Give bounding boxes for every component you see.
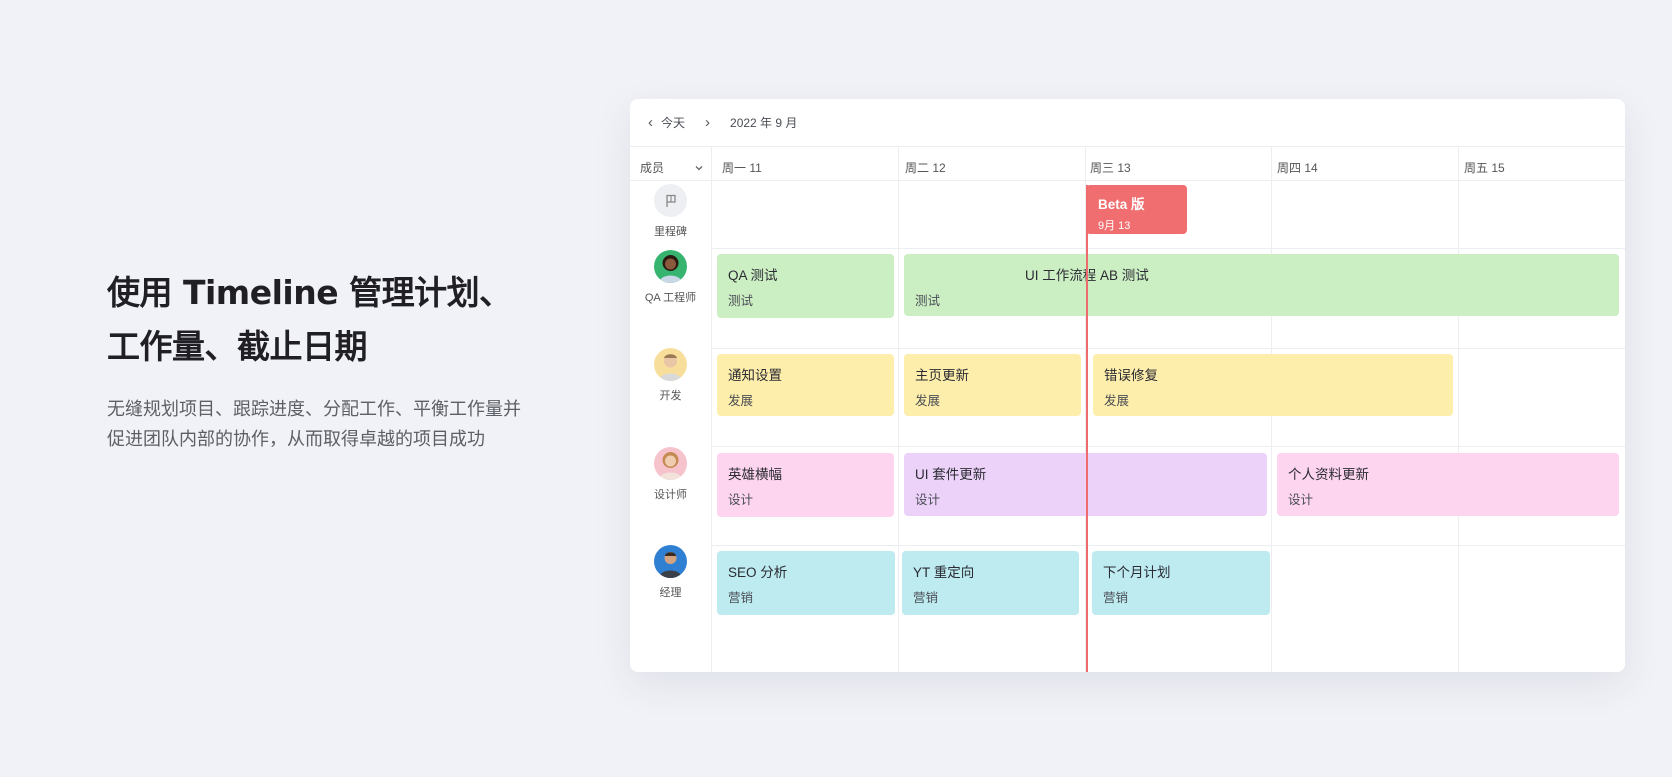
grid-line (711, 147, 712, 672)
milestone-title: Beta 版 (1098, 197, 1145, 212)
day-header-tue: 周二 12 (905, 161, 946, 175)
chevron-right-icon: › (705, 114, 711, 131)
task-homepage-update[interactable]: 主页更新 发展 (904, 354, 1081, 416)
task-category: 发展 (728, 394, 754, 408)
grid-line (711, 248, 1625, 249)
hero-title-line2: 工作量、截止日期 (107, 327, 368, 366)
task-qa-test[interactable]: QA 测试 测试 (717, 254, 894, 318)
member-filter-label: 成员 (640, 161, 665, 175)
member-label: 里程碑 (654, 226, 687, 238)
task-category: 营销 (728, 591, 754, 605)
task-title: QA 测试 (728, 268, 778, 283)
member-label: 经理 (659, 587, 682, 599)
task-title: 错误修复 (1104, 368, 1158, 383)
avatar (654, 348, 687, 381)
today-marker-line (1086, 185, 1088, 672)
hero-section: 使用 Timeline 管理计划、 工作量、截止日期 无缝规划项目、跟踪进度、分… (107, 266, 537, 454)
task-title: 个人资料更新 (1288, 467, 1369, 482)
task-category: 发展 (915, 394, 941, 408)
member-label: 设计师 (654, 489, 687, 501)
today-button[interactable]: 今天 (661, 114, 685, 131)
timeline-toolbar: ‹ 今天 › 2022 年 9 月 (630, 99, 1625, 147)
avatar (654, 447, 687, 480)
task-next-month-plan[interactable]: 下个月计划 营销 (1092, 551, 1270, 615)
column-header: 成员 周一 11 周二 12 周三 13 周四 14 周五 15 (630, 147, 1625, 181)
chevron-left-icon: ‹ (648, 114, 653, 131)
task-title: 下个月计划 (1103, 565, 1171, 580)
grid-line (711, 446, 1625, 447)
task-category: 营销 (1103, 591, 1129, 605)
grid-line (898, 147, 899, 672)
task-category: 设计 (728, 493, 754, 507)
day-header-thu: 周四 14 (1277, 161, 1318, 175)
member-label: 开发 (659, 390, 682, 402)
task-ui-flow-ab-test[interactable]: UI 工作流程 AB 测试 测试 (904, 254, 1619, 316)
day-header-mon: 周一 11 (722, 161, 762, 175)
task-seo-analysis[interactable]: SEO 分析 营销 (717, 551, 895, 615)
hero-title-line1: 使用 Timeline 管理计划、 (107, 273, 512, 312)
task-category: 测试 (915, 294, 941, 308)
avatar (654, 250, 687, 283)
task-profile-update[interactable]: 个人资料更新 设计 (1277, 453, 1619, 516)
task-category: 营销 (913, 591, 939, 605)
task-category: 发展 (1104, 394, 1130, 408)
chevron-down-icon (695, 165, 703, 170)
prev-week-button[interactable]: ‹ (644, 115, 657, 130)
task-title: UI 工作流程 AB 测试 (1025, 268, 1149, 283)
member-row-milestone: 里程碑 (630, 184, 711, 239)
task-title: YT 重定向 (913, 565, 975, 580)
grid-line (711, 348, 1625, 349)
flag-icon (654, 184, 687, 217)
task-notify-settings[interactable]: 通知设置 发展 (717, 354, 894, 416)
task-bug-fix[interactable]: 错误修复 发展 (1093, 354, 1453, 416)
hero-title: 使用 Timeline 管理计划、 工作量、截止日期 (107, 266, 537, 374)
avatar (654, 545, 687, 578)
milestone-beta[interactable]: Beta 版 9月 13 (1086, 185, 1187, 234)
member-row-designer: 设计师 (630, 447, 711, 502)
task-hero-banner[interactable]: 英雄横幅 设计 (717, 453, 894, 517)
member-row-manager: 经理 (630, 545, 711, 600)
task-title: SEO 分析 (728, 565, 788, 580)
grid-line (711, 545, 1625, 546)
task-category: 测试 (728, 294, 754, 308)
day-header-fri: 周五 15 (1464, 161, 1505, 175)
month-label: 2022 年 9 月 (730, 116, 798, 130)
hero-description: 无缝规划项目、跟踪进度、分配工作、平衡工作量并促进团队内部的协作，从而取得卓越的… (107, 399, 521, 449)
member-label: QA 工程师 (644, 292, 697, 304)
day-header-wed: 周三 13 (1090, 161, 1131, 175)
milestone-date: 9月 13 (1098, 220, 1131, 232)
task-title: 英雄横幅 (728, 467, 782, 482)
task-title: 主页更新 (915, 368, 969, 383)
task-category: 设计 (1288, 493, 1314, 507)
timeline-panel: ‹ 今天 › 2022 年 9 月 成员 周一 11 周二 12 周三 13 周… (630, 99, 1625, 672)
task-yt-retarget[interactable]: YT 重定向 营销 (902, 551, 1079, 615)
task-title: 通知设置 (728, 368, 782, 383)
next-week-button[interactable]: › (701, 115, 714, 130)
member-row-dev: 开发 (630, 348, 711, 403)
member-row-qa: QA 工程师 (630, 250, 711, 305)
member-filter-dropdown[interactable]: 成员 (640, 159, 704, 176)
grid-line (1458, 147, 1459, 672)
